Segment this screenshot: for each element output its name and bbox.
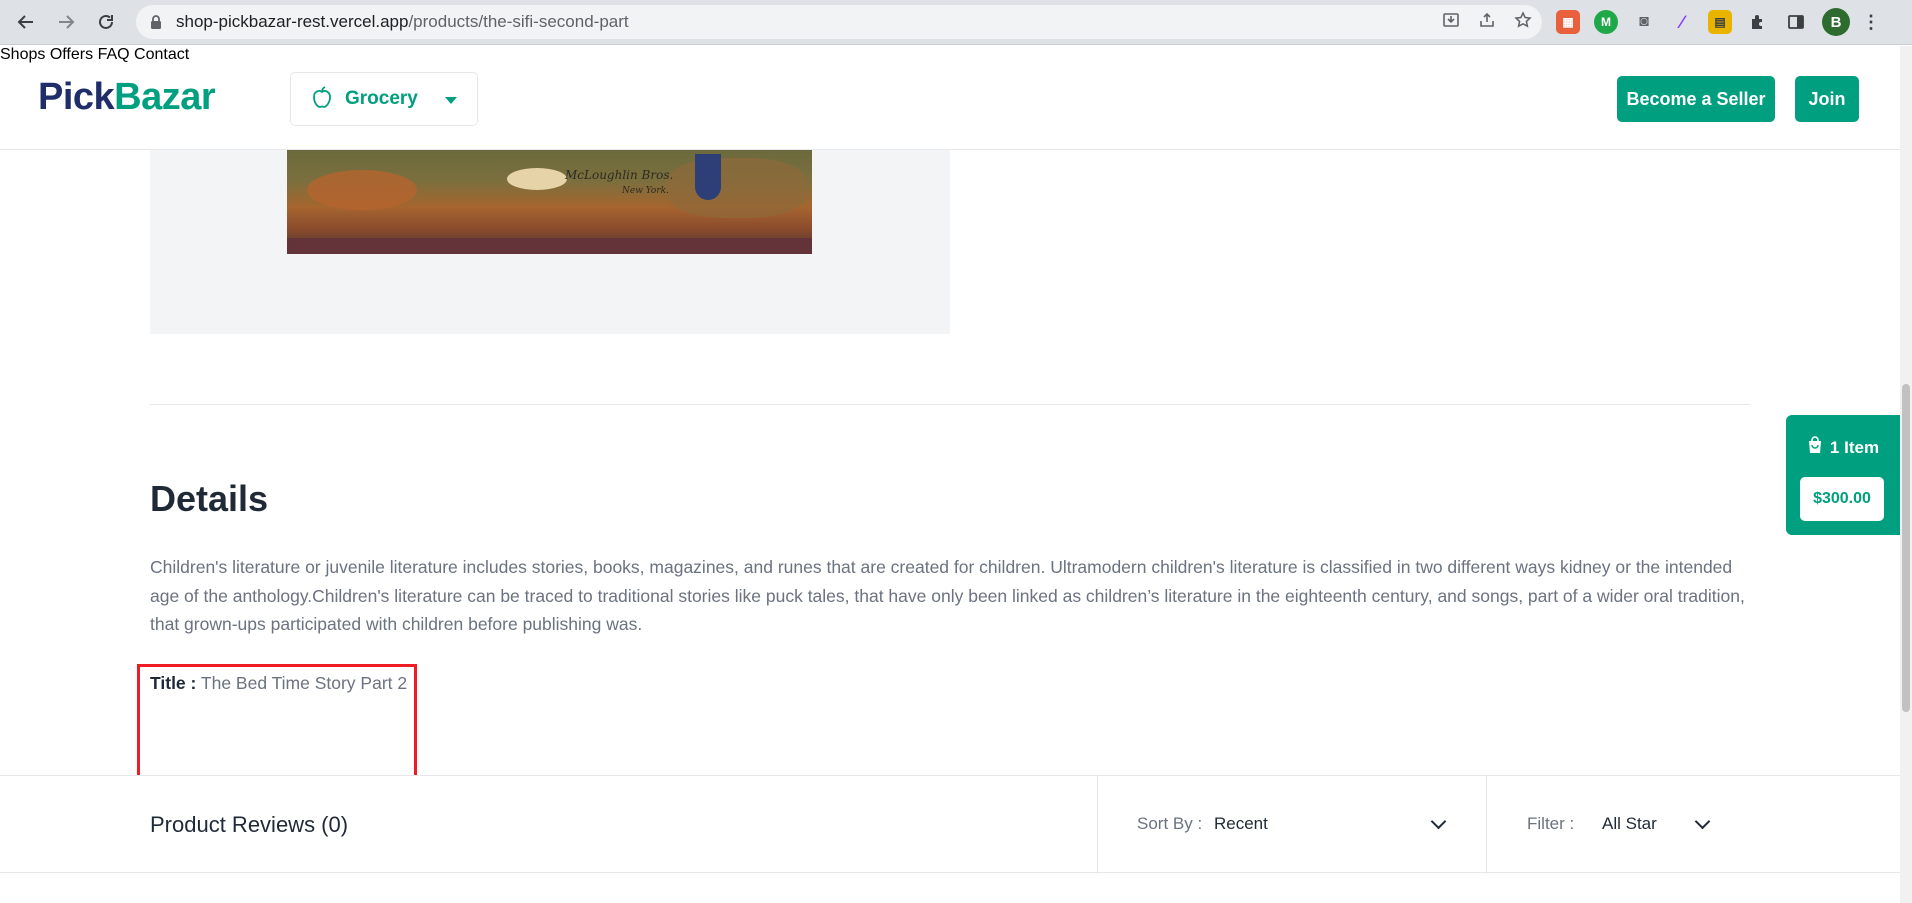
pickbazar-logo[interactable]: PickBazar (38, 76, 216, 119)
category-selector[interactable]: Grocery (290, 72, 478, 126)
page-scrollbar[interactable] (1900, 46, 1912, 903)
puzzle-extensions-icon[interactable] (1746, 10, 1770, 34)
apple-icon (311, 85, 333, 114)
extension-yellow-icon[interactable]: ▤ (1708, 10, 1732, 34)
nav-shops[interactable]: Shops (0, 46, 45, 63)
address-bar[interactable]: shop-pickbazar-rest.vercel.app/products/… (136, 5, 1542, 39)
site-header: PickBazar Grocery Shops Offers FAQ Conta… (0, 46, 1900, 150)
reviews-title: Product Reviews (0) (150, 812, 349, 837)
install-icon[interactable] (1442, 11, 1460, 34)
filter-label: Filter : (1527, 814, 1575, 833)
nav-offers[interactable]: Offers (50, 46, 93, 63)
url-host: shop-pickbazar-rest.vercel.app (176, 12, 409, 31)
nav-contact[interactable]: Contact (134, 46, 189, 63)
reload-icon[interactable] (88, 4, 124, 40)
cover-publisher-text: McLoughlin Bros. (565, 168, 674, 182)
join-button[interactable]: Join (1795, 76, 1859, 122)
pen-icon[interactable]: ∕ (1670, 10, 1694, 34)
divider (1097, 776, 1098, 874)
cart-total: $300.00 (1800, 477, 1884, 521)
sort-label: Sort By : (1137, 814, 1203, 833)
cart-count-label: 1 Item (1829, 437, 1880, 457)
camera-icon[interactable]: ◙ (1632, 10, 1656, 34)
category-label: Grocery (345, 88, 418, 109)
browser-menu-icon[interactable]: ⋮ (1862, 10, 1880, 34)
filter-select[interactable]: All Star (1602, 814, 1657, 834)
sort-chevron-down-icon[interactable] (1430, 813, 1447, 830)
publisher-badge (695, 154, 721, 200)
become-seller-button[interactable]: Become a Seller (1617, 76, 1775, 122)
scrollbar-thumb[interactable] (1902, 384, 1910, 712)
highlight-box (137, 664, 417, 780)
browser-toolbar: shop-pickbazar-rest.vercel.app/products/… (0, 0, 1912, 45)
product-cover-image[interactable]: McLoughlin Bros. New York. (287, 150, 812, 254)
star-bookmark-icon[interactable] (1514, 10, 1532, 34)
filter-chevron-down-icon[interactable] (1694, 813, 1711, 830)
nav-faq[interactable]: FAQ (98, 46, 130, 63)
sort-select[interactable]: Recent (1214, 814, 1268, 834)
lock-icon (150, 15, 162, 29)
cover-city-text: New York. (622, 186, 669, 196)
section-divider (150, 404, 1750, 405)
details-description: Children's literature or juvenile litera… (150, 557, 1745, 634)
main-nav: Shops Offers FAQ Contact (0, 46, 1900, 64)
forward-arrow-icon[interactable] (48, 4, 84, 40)
extension-green-m-icon[interactable]: M (1594, 10, 1618, 34)
side-panel-icon[interactable] (1784, 10, 1808, 34)
shopping-bag-icon (1807, 436, 1823, 459)
caret-down-icon (445, 97, 457, 104)
profile-avatar[interactable]: B (1822, 8, 1850, 36)
reviews-bar: Product Reviews (0) Sort By : Recent Fil… (0, 775, 1900, 874)
details-heading: Details (150, 478, 269, 519)
floating-cart[interactable]: 1 Item $300.00 (1786, 415, 1900, 535)
extension-red-icon[interactable]: ▦ (1556, 10, 1580, 34)
share-icon[interactable] (1478, 11, 1496, 34)
back-arrow-icon[interactable] (8, 4, 44, 40)
divider (1486, 776, 1487, 874)
url-path: /products/the-sifi-second-part (408, 12, 629, 31)
